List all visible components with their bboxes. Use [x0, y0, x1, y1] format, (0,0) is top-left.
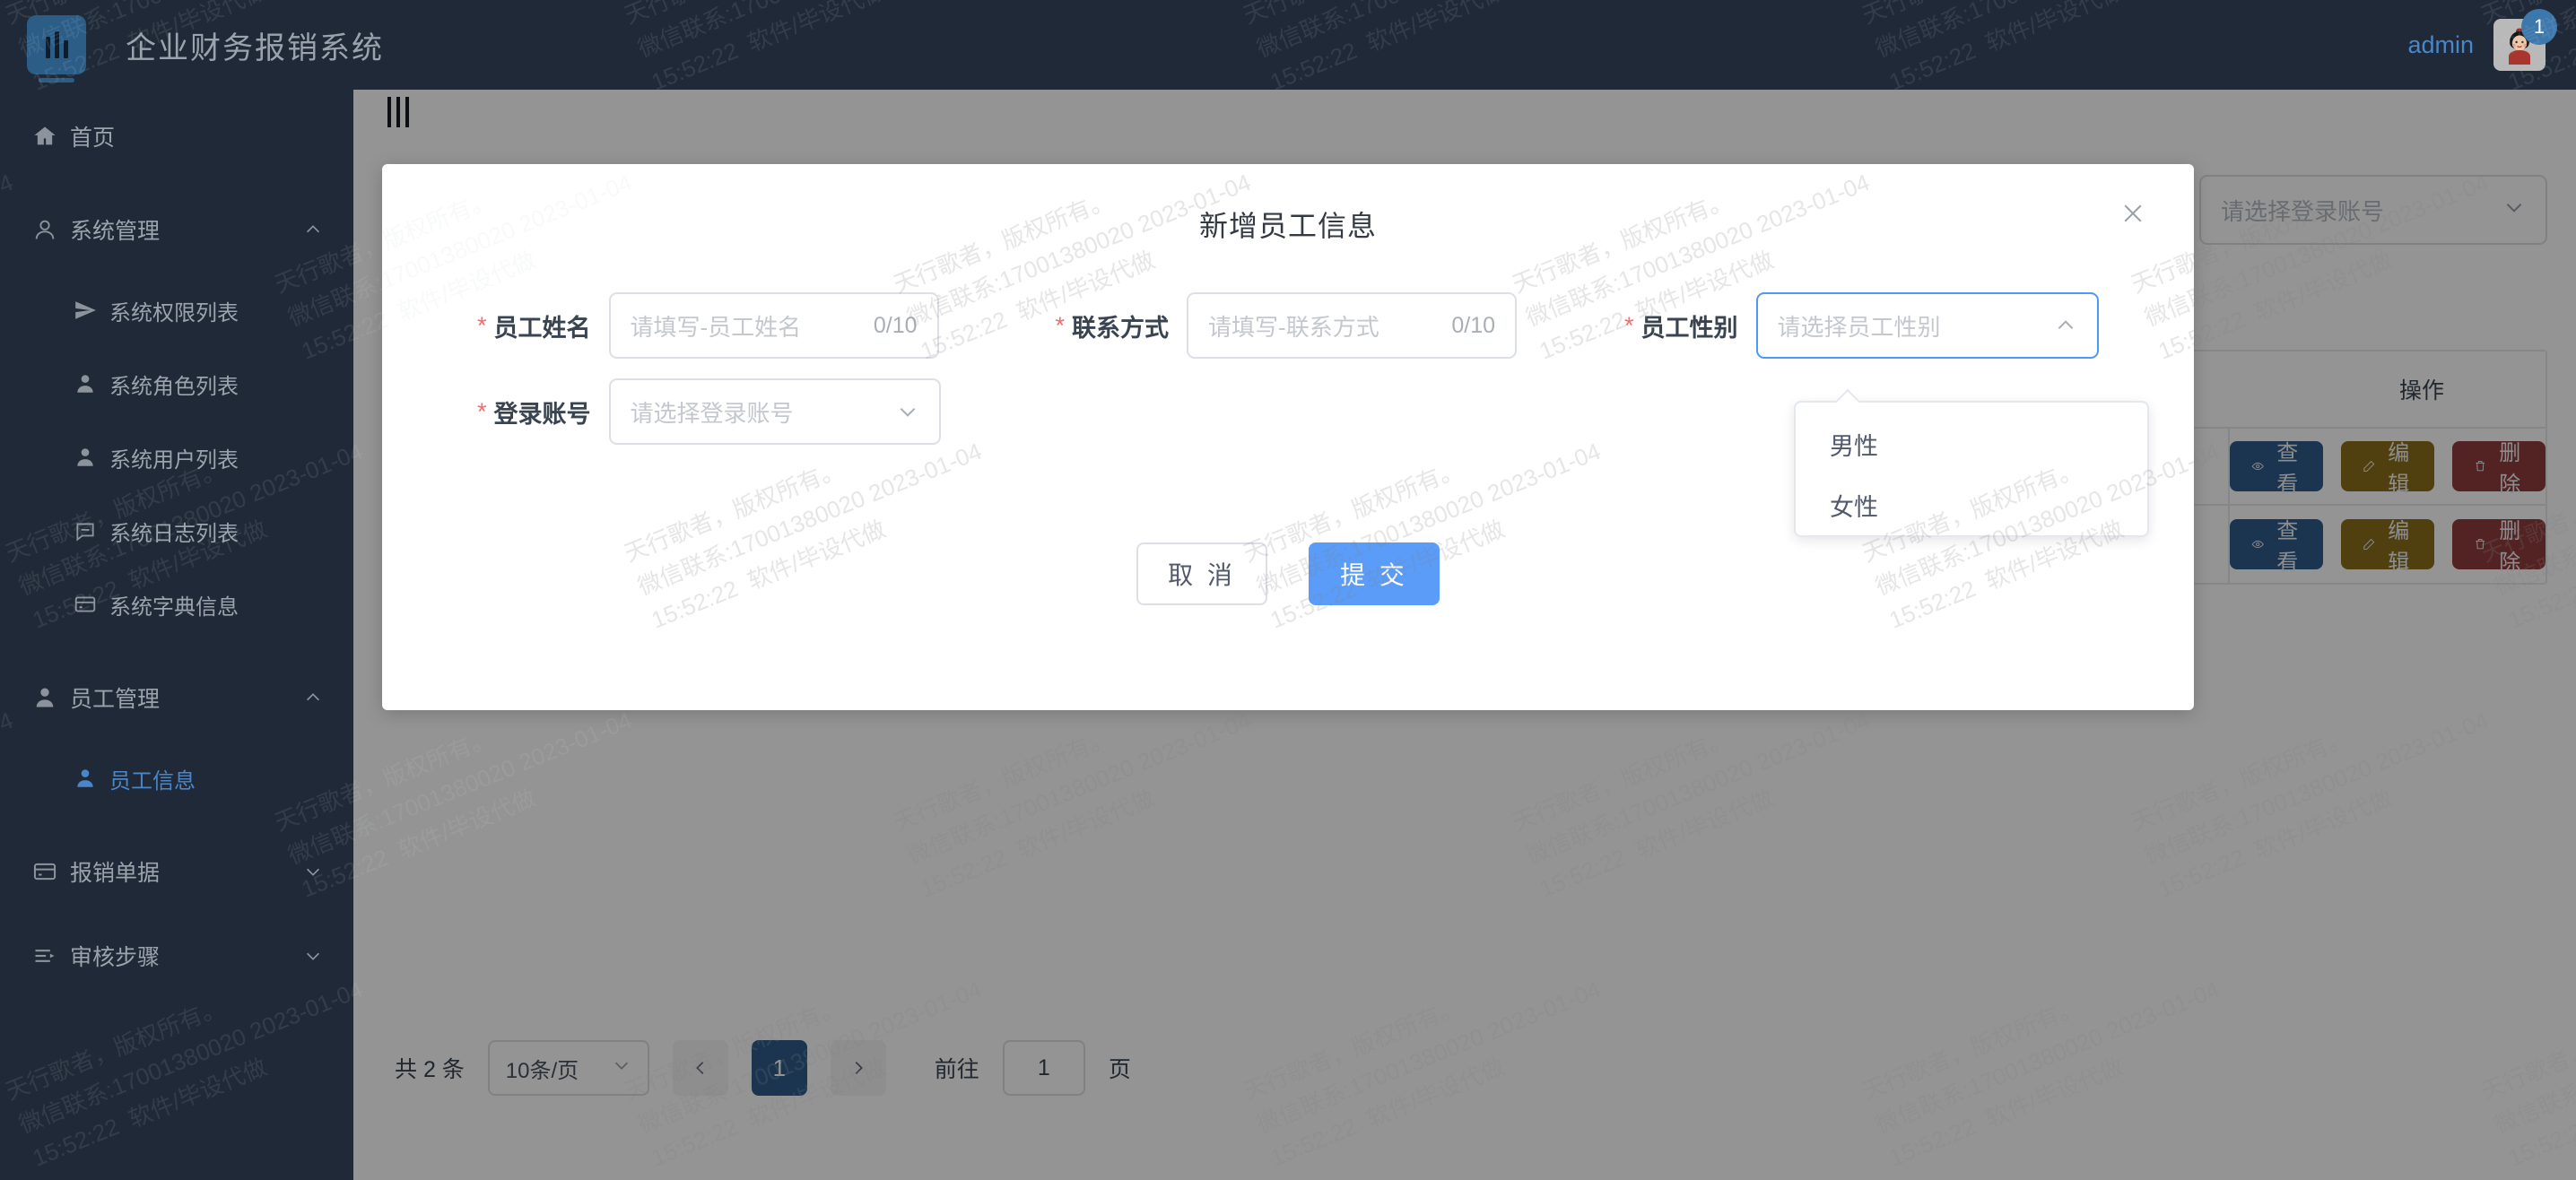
chevron-up-icon[interactable]	[303, 688, 323, 707]
contact-phone-counter: 0/10	[1451, 312, 1496, 338]
employee-name-counter: 0/10	[873, 312, 918, 338]
required-mark: *	[1624, 311, 1634, 339]
gender-dropdown: 男性 女性	[1794, 401, 2149, 537]
user-outline-icon	[32, 217, 70, 242]
sidebar-item-label: 首页	[70, 126, 116, 151]
sidebar-item-user-list[interactable]: 系统用户列表	[0, 430, 353, 484]
sidebar-item-label: 系统字典信息	[109, 594, 239, 620]
sidebar-item-dict-info[interactable]: 系统字典信息	[0, 577, 353, 631]
sidebar-item-label: 审核步骤	[70, 945, 161, 970]
field-label-text: 员工姓名	[493, 314, 591, 342]
app-logo	[27, 15, 86, 82]
employee-gender-placeholder: 请选择员工性别	[1777, 313, 1941, 341]
app-header: 企业财务报销系统 admin 1	[0, 0, 2576, 90]
modal-title: 新增员工信息	[1198, 210, 1377, 242]
submit-button[interactable]: 提 交	[1309, 542, 1440, 605]
sidebar: 首页 系统管理 系统权限列表 系统角色列表 系统用户列表 系统日志列表 系统字典…	[0, 90, 353, 1180]
modal-actions: 取 消 提 交	[382, 542, 2194, 605]
sidebar-item-permission-list[interactable]: 系统权限列表	[0, 283, 353, 337]
notification-badge[interactable]: 1	[2521, 9, 2557, 45]
chevron-down-icon	[896, 400, 919, 423]
sidebar-group-reimbursement[interactable]: 报销单据	[0, 845, 353, 898]
field-label-name: * 员工姓名	[477, 308, 591, 343]
sidebar-group-audit-steps[interactable]: 审核步骤	[0, 929, 353, 983]
gender-option-male[interactable]: 男性	[1796, 413, 2147, 474]
login-account-placeholder: 请选择登录账号	[630, 399, 794, 427]
form-row-1: * 员工姓名 请填写-员工姓名 0/10 * 联系方式 请填写-联系方式 0/1…	[382, 292, 2194, 359]
employee-name-input[interactable]: 请填写-员工姓名 0/10	[608, 292, 939, 359]
sidebar-item-label: 员工信息	[109, 768, 196, 794]
sidebar-item-log-list[interactable]: 系统日志列表	[0, 504, 353, 558]
app-root: 企业财务报销系统 admin 1 首页 系统管理 系统权限列表 系统角色列表 系…	[0, 0, 2576, 1180]
send-icon	[74, 299, 109, 322]
sidebar-item-label: 报销单据	[70, 861, 161, 886]
chevron-down-icon[interactable]	[303, 946, 323, 966]
field-label-text: 登录账号	[493, 400, 591, 428]
header-right: admin 1	[2407, 9, 2557, 71]
field-label-account: * 登录账号	[477, 395, 591, 429]
login-account-select[interactable]: 请选择登录账号	[608, 378, 941, 445]
card-icon	[74, 593, 109, 616]
sidebar-item-label: 系统用户列表	[109, 447, 239, 473]
chevron-up-icon	[2054, 314, 2077, 337]
home-icon	[32, 124, 70, 149]
sidebar-item-label: 系统角色列表	[109, 374, 239, 399]
field-contact-phone: * 联系方式 请填写-联系方式 0/10	[1056, 292, 1518, 359]
field-label-text: 联系方式	[1072, 314, 1170, 342]
sidebar-item-label: 系统权限列表	[109, 300, 239, 325]
contact-phone-input[interactable]: 请填写-联系方式 0/10	[1187, 292, 1518, 359]
logo-base	[39, 78, 74, 82]
sliders-icon	[45, 31, 68, 58]
sidebar-item-label: 系统日志列表	[109, 521, 239, 546]
cancel-button[interactable]: 取 消	[1136, 542, 1267, 605]
chevron-down-icon[interactable]	[303, 862, 323, 881]
field-employee-name: * 员工姓名 请填写-员工姓名 0/10	[477, 292, 939, 359]
sidebar-group-system[interactable]: 系统管理	[0, 203, 353, 256]
contact-phone-placeholder: 请填写-联系方式	[1208, 313, 1379, 341]
employee-name-placeholder: 请填写-员工姓名	[630, 313, 802, 341]
field-label-gender: * 员工性别	[1624, 308, 1738, 343]
user-solid-icon	[74, 372, 109, 395]
sidebar-item-label: 员工管理	[70, 687, 161, 712]
avatar-wrapper[interactable]: 1	[2493, 9, 2557, 71]
username-label[interactable]: admin	[2407, 31, 2474, 59]
field-label-text: 员工性别	[1640, 314, 1738, 342]
message-icon	[74, 519, 109, 542]
required-mark: *	[477, 397, 487, 425]
steps-icon	[32, 943, 70, 968]
card-icon	[32, 859, 70, 884]
required-mark: *	[1055, 311, 1066, 339]
field-login-account: * 登录账号 请选择登录账号	[477, 378, 941, 445]
sidebar-item-label: 系统管理	[70, 219, 161, 244]
sidebar-group-employee[interactable]: 员工管理	[0, 671, 353, 724]
field-employee-gender: * 员工性别 请选择员工性别	[1624, 292, 2099, 359]
page-title: 企业财务报销系统	[126, 30, 384, 65]
user-solid-icon	[32, 685, 70, 710]
sidebar-item-home[interactable]: 首页	[0, 109, 353, 163]
sidebar-item-employee-info[interactable]: 员工信息	[0, 751, 353, 805]
gender-option-female[interactable]: 女性	[1796, 474, 2147, 535]
field-label-phone: * 联系方式	[1056, 308, 1170, 343]
required-mark: *	[477, 311, 487, 339]
user-solid-icon	[74, 446, 109, 469]
user-solid-icon	[74, 767, 109, 790]
sidebar-item-role-list[interactable]: 系统角色列表	[0, 357, 353, 411]
chevron-up-icon[interactable]	[303, 220, 323, 239]
close-icon[interactable]	[2113, 194, 2153, 233]
employee-gender-select[interactable]: 请选择员工性别	[1755, 292, 2099, 359]
